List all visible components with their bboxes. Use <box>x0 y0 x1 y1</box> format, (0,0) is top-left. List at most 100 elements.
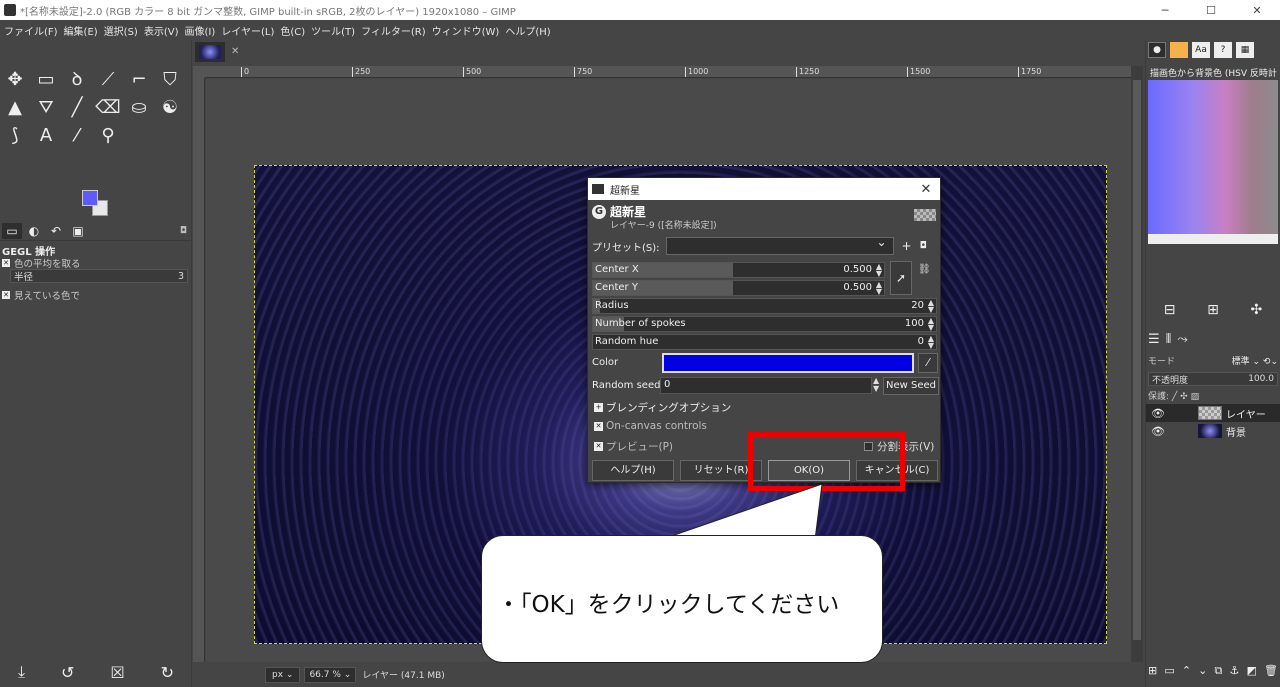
save-options-icon[interactable]: ⤓ <box>18 662 25 682</box>
fuzzy-select-icon[interactable]: ⟋ <box>95 66 121 92</box>
maximize-button[interactable]: ☐ <box>1188 0 1234 20</box>
delete-layer-icon[interactable]: 🗑 <box>1264 664 1278 678</box>
unified-transform-icon[interactable]: ⛉ <box>157 66 183 92</box>
menu-colors[interactable]: 色(C) <box>280 23 305 38</box>
lower-layer-icon[interactable]: ⌄ <box>1198 664 1207 678</box>
unit-select[interactable]: px ⌄ <box>265 666 301 683</box>
horizontal-ruler[interactable]: 0 250 500 750 1000 1250 1500 1750 <box>205 66 1131 78</box>
layer-row-background[interactable]: 👁 背景 <box>1146 422 1280 440</box>
opacity-slider[interactable]: 不透明度 100.0 <box>1148 372 1278 386</box>
center-x-slider[interactable]: Center X 0.500 ▲ ▼ <box>592 262 885 278</box>
checkbox-icon[interactable]: ✕ <box>594 442 603 451</box>
pick-center-button[interactable]: ➚ <box>890 261 912 295</box>
menu-edit[interactable]: 編集(E) <box>64 23 98 38</box>
paintbrush-icon[interactable]: ╱ <box>64 94 90 120</box>
close-window-button[interactable]: ✕ <box>1234 0 1280 20</box>
undo-history-tab-icon[interactable]: ↶ <box>46 223 66 239</box>
mask-layer-icon[interactable]: ◩ <box>1246 664 1256 678</box>
eraser-icon[interactable]: ⌫ <box>95 94 121 120</box>
checkbox-icon[interactable]: ✕ <box>2 291 10 299</box>
blending-options-expander[interactable]: + ブレンディングオプション <box>594 400 731 415</box>
gradients-tab-icon[interactable] <box>1170 42 1188 58</box>
zoom-in-icon[interactable]: ⊞ <box>1207 302 1219 318</box>
fg-bg-colors[interactable] <box>82 190 110 216</box>
restore-options-icon[interactable]: ↺ <box>61 663 74 682</box>
help-tab-icon[interactable]: ? <box>1214 42 1232 58</box>
mode-select[interactable]: 標準 ⌄ ⟲⌄ <box>1232 354 1278 367</box>
menu-windows[interactable]: ウィンドウ(W) <box>432 23 500 38</box>
text-icon[interactable]: A <box>33 122 59 148</box>
menu-filters[interactable]: フィルター(R) <box>361 23 426 38</box>
menu-help[interactable]: ヘルプ(H) <box>505 23 550 38</box>
zoom-out-icon[interactable]: ⊟ <box>1164 302 1176 318</box>
clone-icon[interactable]: ⛀ <box>126 94 152 120</box>
duplicate-layer-icon[interactable]: ⧉ <box>1215 664 1223 678</box>
preview-checkbox[interactable]: ✕ プレビュー(P) <box>594 439 673 454</box>
add-preset-icon[interactable]: + <box>902 239 912 253</box>
expander-icon[interactable]: + <box>594 403 603 412</box>
spin-arrows-icon[interactable]: ▲ ▼ <box>876 263 882 278</box>
patterns-tab-icon[interactable]: ▦ <box>1236 42 1254 58</box>
checkbox-icon[interactable]: ✕ <box>2 259 10 267</box>
anchor-layer-icon[interactable]: ⚓ <box>1229 664 1239 678</box>
visibility-eye-icon[interactable]: 👁 <box>1146 407 1170 420</box>
layer-row-layer[interactable]: 👁 レイヤー <box>1146 404 1280 422</box>
vertical-scrollbar[interactable] <box>1131 66 1143 662</box>
menu-tools[interactable]: ツール(T) <box>311 23 355 38</box>
zoom-fit-icon[interactable]: ✣ <box>1250 302 1262 318</box>
new-seed-button[interactable]: New Seed <box>883 377 939 395</box>
spin-arrows-icon[interactable]: ▲ ▼ <box>928 317 934 332</box>
dock-menu-icon[interactable]: ◘ <box>180 226 187 236</box>
channels-tab-icon[interactable]: ⦀ <box>1166 332 1172 347</box>
zoom-select[interactable]: 66.7 % ⌄ <box>304 666 357 683</box>
menu-view[interactable]: 表示(V) <box>144 23 179 38</box>
spin-arrows-icon[interactable]: ▲ ▼ <box>873 377 879 393</box>
menu-image[interactable]: 画像(I) <box>185 23 216 38</box>
minimize-button[interactable]: ─ <box>1142 0 1188 20</box>
image-tab[interactable] <box>195 42 225 62</box>
dialog-close-icon[interactable]: ✕ <box>912 182 940 197</box>
menu-select[interactable]: 選択(S) <box>104 23 138 38</box>
random-seed-input[interactable]: 0 <box>660 377 872 394</box>
delete-options-icon[interactable]: ☒ <box>110 663 124 682</box>
color-picker-icon[interactable]: ⁄ <box>64 122 90 148</box>
tool-options-tab-icon[interactable]: ▭ <box>2 222 22 239</box>
fonts-tab-icon[interactable]: Aa <box>1192 42 1210 58</box>
ruler-corner[interactable] <box>193 66 205 78</box>
radius-slider[interactable]: Radius 20 ▲ ▼ <box>592 298 937 314</box>
lasso-icon[interactable]: ꝺ <box>64 66 90 92</box>
images-tab-icon[interactable]: ▣ <box>68 223 88 239</box>
eyedropper-icon[interactable]: ⁄ <box>918 353 938 373</box>
menu-file[interactable]: ファイル(F) <box>4 23 58 38</box>
new-layer-icon[interactable]: ⊞ <box>1148 664 1157 678</box>
rect-select-icon[interactable]: ▭ <box>33 66 59 92</box>
close-image-tab-icon[interactable]: ✕ <box>231 46 239 57</box>
visibility-eye-icon[interactable]: 👁 <box>1146 425 1170 438</box>
layers-tab-icon[interactable]: ☰ <box>1148 332 1160 347</box>
center-y-slider[interactable]: Center Y 0.500 ▲ ▼ <box>592 280 885 296</box>
preset-menu-icon[interactable]: ◘ <box>920 241 927 251</box>
paths-icon[interactable]: ⟆ <box>2 122 28 148</box>
lock-row[interactable]: 保護: ╱ ✣ ▨ <box>1148 389 1199 402</box>
spokes-slider[interactable]: Number of spokes 100 ▲ ▼ <box>592 316 937 332</box>
preset-select[interactable] <box>665 235 894 255</box>
radius-slider[interactable]: 半径 3 <box>10 269 188 283</box>
bucket-fill-icon[interactable]: ⛛ <box>33 94 59 120</box>
paths-tab-icon[interactable]: ⤳ <box>1177 332 1187 347</box>
average-color-option[interactable]: ✕ 色の平均を取る <box>2 256 81 270</box>
spin-arrows-icon[interactable]: ▲ ▼ <box>876 281 882 296</box>
zoom-icon[interactable]: ⚲ <box>95 122 121 148</box>
checkbox-icon[interactable]: ✕ <box>594 421 603 431</box>
foreground-color[interactable] <box>82 190 98 206</box>
color-swatch-button[interactable] <box>662 353 914 373</box>
vertical-ruler[interactable] <box>193 78 205 662</box>
gradient-preview[interactable] <box>1148 80 1278 242</box>
move-icon[interactable]: ✥ <box>2 66 28 92</box>
help-button[interactable]: ヘルプ(H) <box>592 460 674 481</box>
device-status-tab-icon[interactable]: ◐ <box>24 223 44 239</box>
smudge-icon[interactable]: ☯ <box>157 94 183 120</box>
crop-icon[interactable]: ⌐ <box>126 66 152 92</box>
spin-arrows-icon[interactable]: ▲ ▼ <box>928 299 934 314</box>
menu-layer[interactable]: レイヤー(L) <box>221 23 274 38</box>
layer-mode-row[interactable]: モード 標準 ⌄ ⟲⌄ <box>1148 352 1278 368</box>
